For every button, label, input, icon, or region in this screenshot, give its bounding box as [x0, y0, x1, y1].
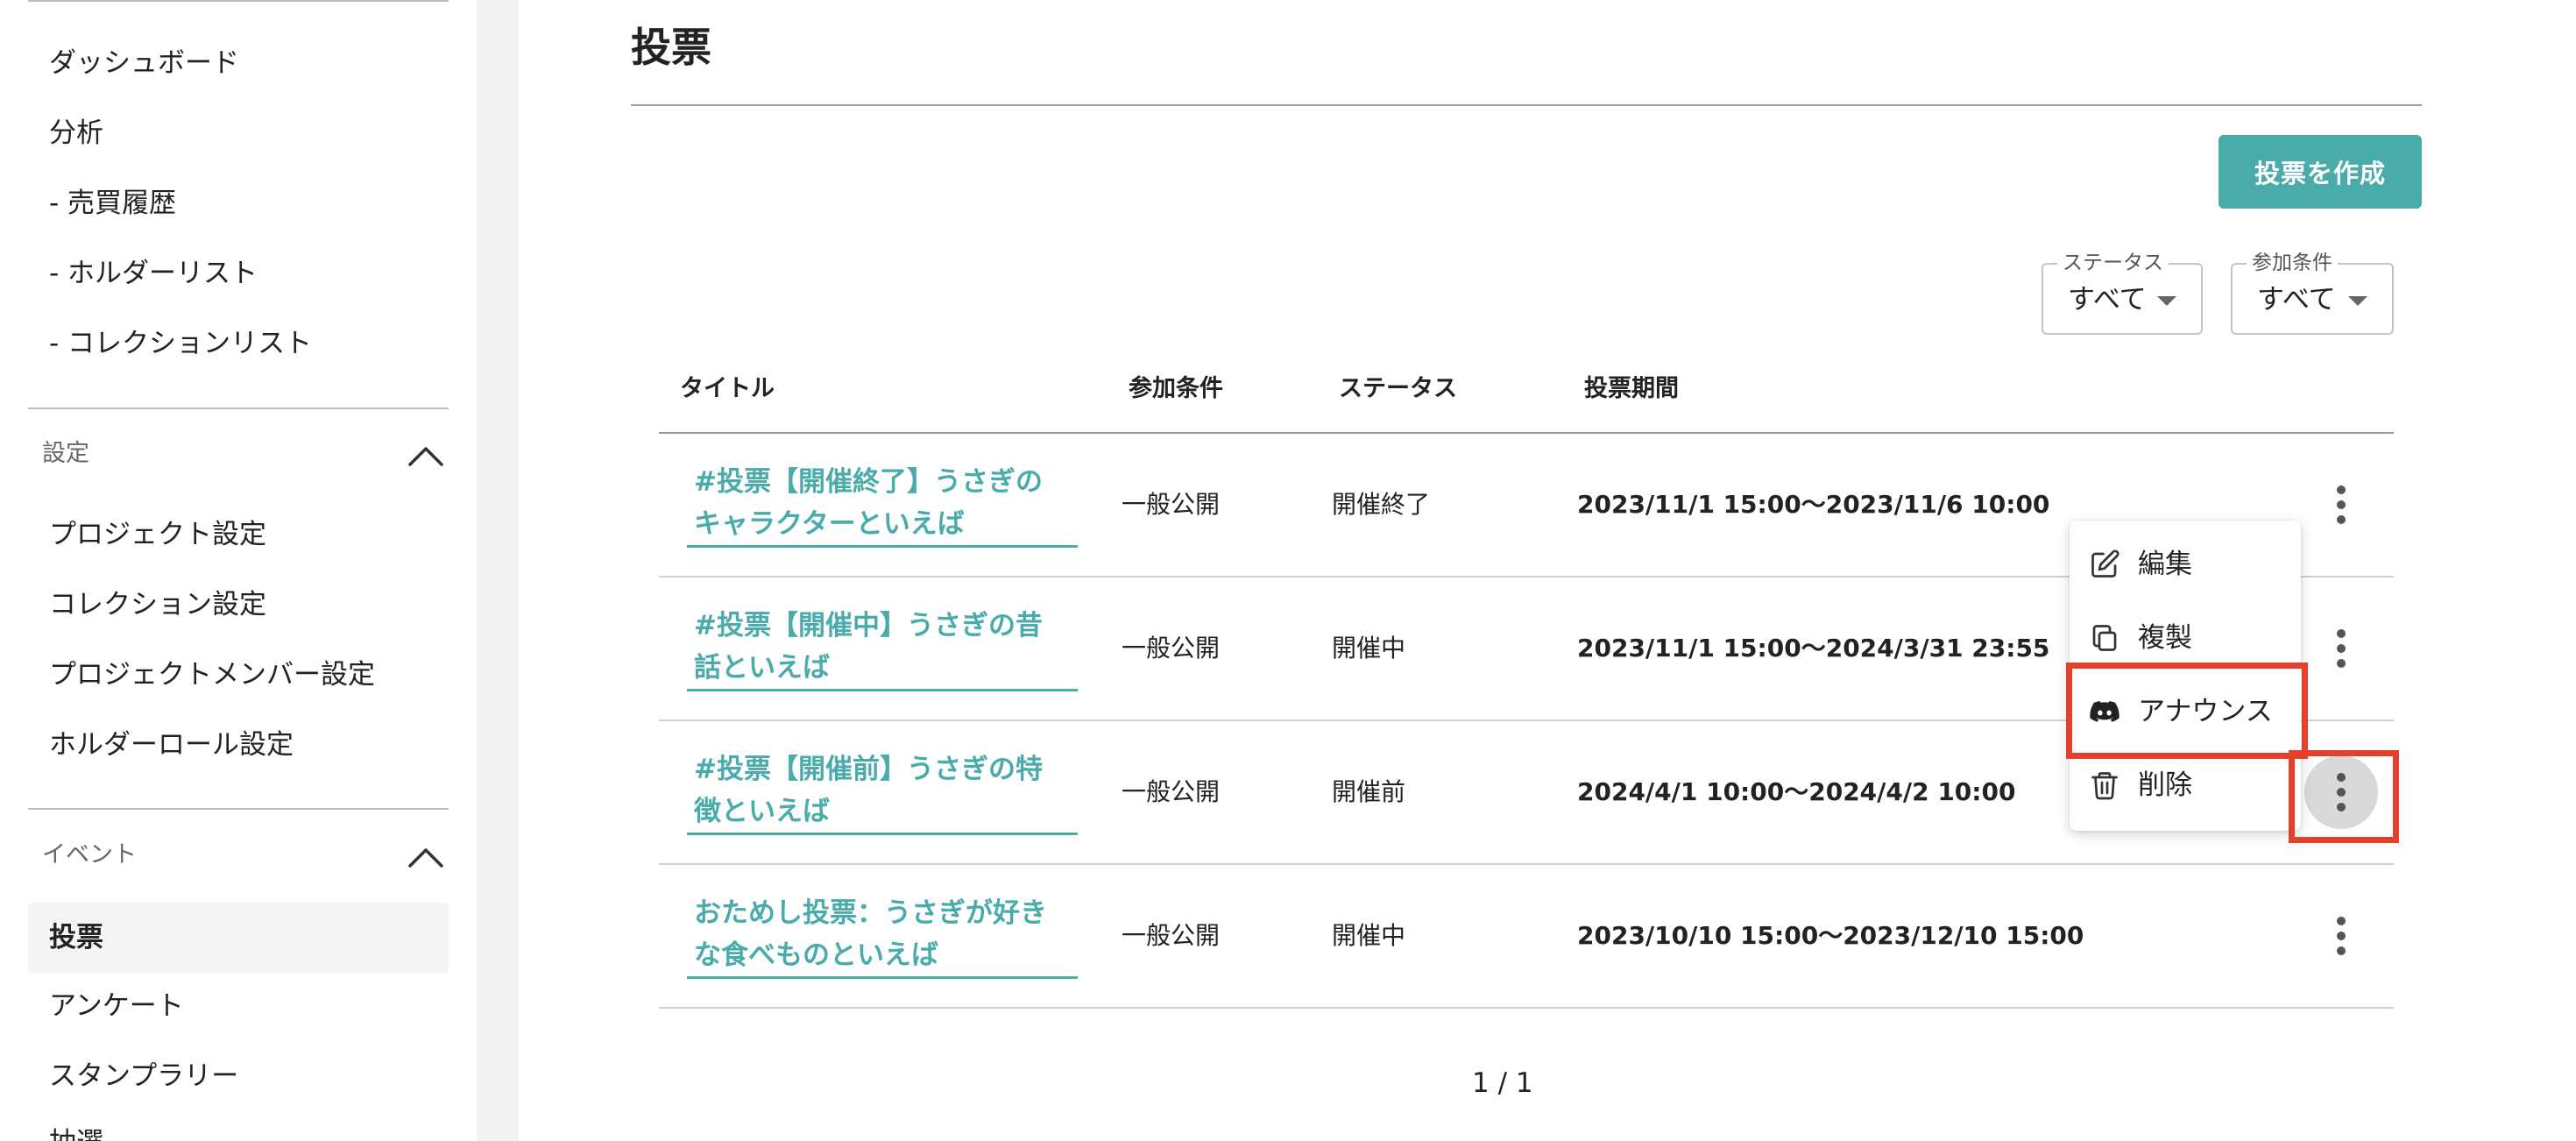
row-period: 2023/10/10 15:00〜2023/12/10 15:00 — [1577, 921, 2084, 950]
menu-item-label: 複製 — [2138, 622, 2192, 654]
row-condition: 一般公開 — [1122, 921, 1221, 950]
sidebar-item-project-member-settings[interactable]: プロジェクトメンバー設定 — [49, 657, 375, 692]
highlight-box-announce — [2066, 663, 2308, 759]
sidebar-item-survey[interactable]: アンケート — [49, 989, 184, 1024]
sidebar-divider — [28, 0, 449, 2]
title-line: おためし投票：うさぎが好き — [694, 897, 1047, 929]
table-row-title-link[interactable]: #投票【開催前】うさぎの特 徴といえば — [687, 748, 1078, 835]
sidebar-item-collection-list[interactable]: - コレクションリスト — [49, 326, 312, 361]
row-status: 開催前 — [1332, 777, 1406, 806]
title-line: 話といえば — [694, 652, 830, 684]
sidebar-section-settings[interactable]: 設定 — [42, 438, 89, 470]
sidebar-section-events[interactable]: イベント — [42, 840, 137, 871]
title-line: な食べものといえば — [694, 939, 938, 971]
title-line: #投票【開催終了】うさぎの — [694, 466, 1043, 498]
status-filter-value: すべて — [2068, 284, 2147, 315]
sidebar-item-trade-history[interactable]: - 売買履歴 — [49, 186, 176, 221]
sidebar-item-holder-list[interactable]: - ホルダーリスト — [49, 256, 258, 291]
table-row-title-link[interactable]: #投票【開催終了】うさぎの キャラクターといえば — [687, 461, 1078, 548]
sidebar-divider — [28, 808, 449, 810]
row-condition: 一般公開 — [1122, 490, 1221, 519]
sidebar-item-project-settings[interactable]: プロジェクト設定 — [49, 517, 266, 552]
chevron-up-icon[interactable] — [407, 443, 445, 468]
table-row-title-link[interactable]: おためし投票：うさぎが好き な食べものといえば — [687, 892, 1078, 979]
row-more-menu-button[interactable] — [2304, 899, 2378, 973]
kebab-dot — [2337, 932, 2346, 940]
row-more-menu-button[interactable] — [2304, 612, 2378, 685]
kebab-dot — [2337, 659, 2346, 668]
page-title: 投票 — [631, 24, 711, 71]
title-line: キャラクターといえば — [694, 508, 965, 540]
caret-down-icon — [2348, 296, 2367, 306]
sidebar-item-collection-settings[interactable]: コレクション設定 — [49, 587, 266, 622]
condition-filter-label: 参加条件 — [2247, 251, 2338, 275]
sidebar-item-vote[interactable]: 投票 — [49, 920, 103, 955]
status-filter-select[interactable]: ステータス すべて — [2042, 251, 2203, 335]
table-header-divider — [659, 432, 2394, 434]
condition-filter-select[interactable]: 参加条件 すべて — [2231, 251, 2394, 335]
kebab-dot — [2337, 946, 2346, 955]
create-vote-button[interactable]: 投票を作成 — [2219, 135, 2422, 209]
chevron-up-icon[interactable] — [407, 845, 445, 869]
column-header-condition: 参加条件 — [1129, 375, 1223, 402]
sidebar-item-stamp-rally[interactable]: スタンプラリー — [49, 1059, 238, 1094]
row-period: 2023/11/1 15:00〜2023/11/6 10:00 — [1577, 490, 2050, 519]
row-condition: 一般公開 — [1122, 634, 1221, 663]
title-divider — [631, 104, 2422, 106]
sidebar-item-holder-role-settings[interactable]: ホルダーロール設定 — [49, 727, 294, 762]
table-row-title-link[interactable]: #投票【開催中】うさぎの昔 話といえば — [687, 605, 1078, 691]
menu-item-delete[interactable]: 削除 — [2070, 748, 2301, 822]
trash-icon — [2091, 772, 2118, 800]
row-divider — [659, 1007, 2394, 1009]
pagination-indicator: 1 / 1 — [1472, 1067, 1533, 1099]
row-condition: 一般公開 — [1122, 777, 1221, 806]
row-status: 開催中 — [1332, 921, 1406, 950]
kebab-dot — [2337, 515, 2346, 524]
title-line: #投票【開催前】うさぎの特 — [694, 754, 1043, 785]
row-divider — [659, 863, 2394, 865]
row-status: 開催終了 — [1332, 490, 1431, 519]
row-period: 2023/11/1 15:00〜2024/3/31 23:55 — [1577, 634, 2050, 663]
title-line: #投票【開催中】うさぎの昔 — [694, 610, 1043, 641]
column-header-status: ステータス — [1339, 375, 1457, 402]
column-header-period: 投票期間 — [1584, 375, 1679, 402]
kebab-dot — [2337, 644, 2346, 653]
sidebar-item-lottery[interactable]: 抽選 — [49, 1125, 103, 1141]
copy-icon — [2092, 625, 2117, 651]
sidebar-item-analytics[interactable]: 分析 — [49, 116, 103, 151]
menu-item-label: 編集 — [2138, 549, 2192, 580]
status-filter-label: ステータス — [2057, 251, 2169, 275]
menu-item-label: 削除 — [2138, 769, 2192, 801]
menu-item-edit[interactable]: 編集 — [2070, 528, 2301, 601]
row-status: 開催中 — [1332, 634, 1406, 663]
edit-icon — [2091, 549, 2120, 578]
sidebar-item-dashboard[interactable]: ダッシュボード — [49, 46, 239, 81]
caret-down-icon — [2157, 296, 2176, 306]
kebab-dot — [2337, 500, 2346, 509]
highlight-box-more-button — [2289, 750, 2399, 843]
kebab-dot — [2337, 485, 2346, 494]
row-more-menu-button[interactable] — [2304, 468, 2378, 542]
title-line: 徴といえば — [694, 796, 830, 827]
column-header-title: タイトル — [680, 375, 775, 402]
kebab-dot — [2337, 629, 2346, 638]
sidebar: ダッシュボード 分析 - 売買履歴 - ホルダーリスト - コレクションリスト … — [0, 0, 477, 1141]
kebab-dot — [2337, 917, 2346, 925]
sidebar-divider — [28, 408, 449, 409]
row-period: 2024/4/1 10:00〜2024/4/2 10:00 — [1577, 777, 2016, 806]
condition-filter-value: すべて — [2257, 284, 2336, 315]
